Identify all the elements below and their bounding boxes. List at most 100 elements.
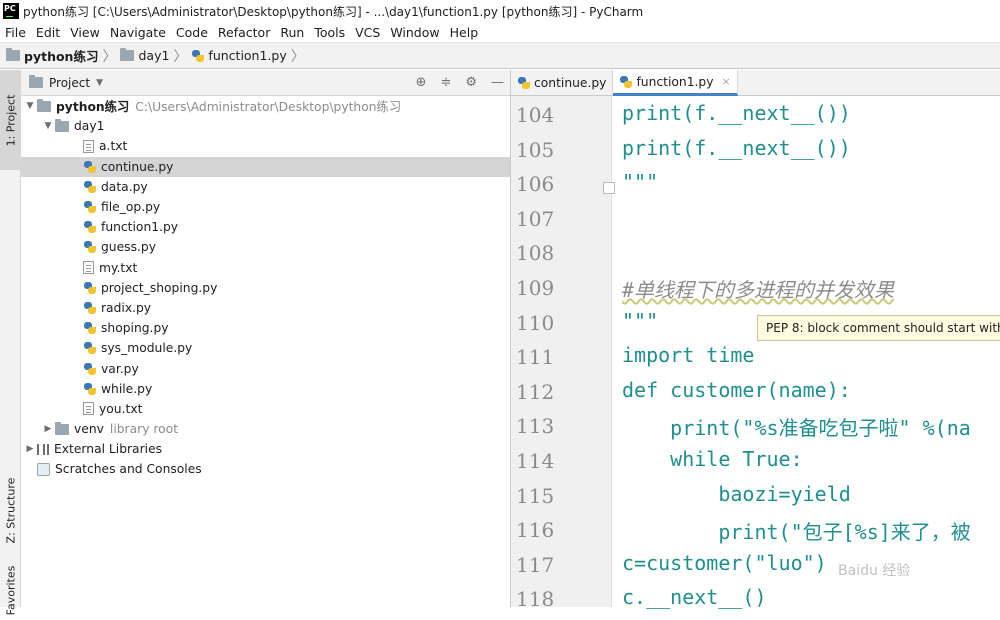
locate-icon[interactable]: ⊕ <box>416 75 427 90</box>
python-file-icon <box>83 220 96 234</box>
folder-icon <box>55 421 69 435</box>
chevron-right-icon: 〉 <box>173 48 188 65</box>
file-name: you.txt <box>99 401 143 416</box>
menu-navigate[interactable]: Navigate <box>105 25 171 40</box>
menu-edit[interactable]: Edit <box>31 25 65 40</box>
python-file-icon <box>83 341 96 355</box>
tab-favorites[interactable]: Favorites <box>0 560 21 620</box>
tree-folder-day1[interactable]: ▼ day1 <box>21 116 510 136</box>
breadcrumb-folder[interactable]: day1 <box>120 48 169 63</box>
tree-file-item[interactable]: sys_module.py <box>21 338 510 358</box>
code-line[interactable]: 118 c.__next__() <box>511 583 1000 618</box>
close-icon[interactable]: × <box>722 75 731 88</box>
tree-external-libraries[interactable]: ▶ External Libraries <box>21 439 510 459</box>
folder-icon <box>55 118 69 132</box>
logo-text: PC <box>4 4 16 13</box>
code-text: print("%s准备吃包子啦" %(na <box>622 416 971 441</box>
tree-file-item[interactable]: you.txt <box>21 399 510 419</box>
tree-file-item[interactable]: a.txt <box>21 136 510 156</box>
project-panel-header: Project ▼ ⊕ ≑ ⚙ — <box>21 70 510 96</box>
file-name: function1.py <box>101 220 179 235</box>
scratches-label: Scratches and Consoles <box>55 462 202 477</box>
tree-venv[interactable]: ▶ venv library root <box>21 419 510 439</box>
code-text: """ <box>622 308 659 333</box>
scratches-icon <box>37 462 50 476</box>
tab-structure-label: Z: Structure <box>4 477 18 543</box>
line-number: 105 <box>516 137 555 162</box>
menu-refactor[interactable]: Refactor <box>213 25 275 40</box>
tree-file-item[interactable]: data.py <box>21 177 510 197</box>
folder-icon <box>6 48 20 61</box>
tree-file-item[interactable]: radix.py <box>21 298 510 318</box>
gear-icon[interactable]: ⚙ <box>465 75 477 90</box>
menu-tools[interactable]: Tools <box>309 25 350 40</box>
chevron-right-icon: 〉 <box>102 48 117 65</box>
tree-file-item[interactable]: project_shoping.py <box>21 278 510 298</box>
line-number: 114 <box>516 448 555 473</box>
code-editor[interactable]: 104 print(f.__next__()) 105 print(f.__next_… <box>511 99 1000 618</box>
tree-file-item[interactable]: shoping.py <box>21 318 510 338</box>
tree-file-item[interactable]: my.txt <box>21 258 510 278</box>
code-line[interactable]: 104 print(f.__next__()) <box>511 99 1000 134</box>
fold-icon[interactable] <box>603 182 615 195</box>
tree-file-item[interactable]: guess.py <box>21 237 510 257</box>
breadcrumb-file[interactable]: function1.py <box>191 48 287 63</box>
code-line[interactable]: 117 c=customer("luo") <box>511 549 1000 584</box>
menu-view[interactable]: View <box>65 25 105 40</box>
code-line[interactable]: 113 print("%s准备吃包子啦" %(na <box>511 410 1000 445</box>
tree-root[interactable]: ▼ python练习 C:\Users\Administrator\Deskto… <box>21 96 510 116</box>
menu-help[interactable]: Help <box>445 25 484 40</box>
menu-code[interactable]: Code <box>171 25 213 40</box>
chevron-right-icon[interactable]: ▶ <box>23 444 37 454</box>
code-line[interactable]: 115 baozi=yield <box>511 480 1000 515</box>
line-number: 112 <box>516 379 555 404</box>
file-name: file_op.py <box>101 200 161 215</box>
chevron-right-icon: 〉 <box>290 48 305 65</box>
code-text: print(f.__next__()) <box>622 135 851 160</box>
library-icon <box>37 443 49 455</box>
code-line[interactable]: 109 #单线程下的多进程的并发效果 <box>511 272 1000 307</box>
chevron-down-icon[interactable]: ▼ <box>96 78 103 88</box>
code-line[interactable]: 111 import time <box>511 341 1000 376</box>
project-tree: ▼ python练习 C:\Users\Administrator\Deskto… <box>21 96 510 480</box>
chevron-down-icon[interactable]: ▼ <box>23 101 37 111</box>
folder-name: day1 <box>74 119 105 134</box>
editor-tabs: continue.py function1.py × <box>511 70 1000 96</box>
tab-structure[interactable]: Z: Structure <box>0 470 21 550</box>
tab-continue-py[interactable]: continue.py <box>511 70 614 96</box>
menu-vcs[interactable]: VCS <box>350 25 385 40</box>
menu-file[interactable]: File <box>0 25 31 40</box>
python-file-icon <box>83 200 96 214</box>
code-line[interactable]: 114 while True: <box>511 445 1000 480</box>
python-file-icon <box>517 76 530 90</box>
tab-project[interactable]: 1: Project <box>0 70 21 170</box>
file-name: sys_module.py <box>101 341 193 356</box>
chevron-down-icon[interactable]: ▼ <box>41 121 55 131</box>
code-text: #单线程下的多进程的并发效果 <box>622 277 895 302</box>
tree-file-item[interactable]: var.py <box>21 358 510 378</box>
hide-icon[interactable]: — <box>491 75 504 90</box>
code-line[interactable]: 116 print("包子[%s]来了，被 <box>511 514 1000 549</box>
collapse-all-icon[interactable]: ≑ <box>440 75 451 90</box>
code-line[interactable]: 107 <box>511 203 1000 238</box>
tree-scratches[interactable]: Scratches and Consoles <box>21 459 510 479</box>
chevron-right-icon[interactable]: ▶ <box>41 424 55 434</box>
tree-file-item[interactable]: continue.py <box>21 156 510 177</box>
line-number: 104 <box>516 103 555 127</box>
project-panel-title[interactable]: Project <box>49 76 90 90</box>
code-line[interactable]: 106 """ <box>511 168 1000 203</box>
breadcrumb-project[interactable]: python练习 <box>6 46 98 65</box>
tree-file-item[interactable]: while.py <box>21 379 510 399</box>
code-line[interactable]: 105 print(f.__next__()) <box>511 134 1000 169</box>
tab-function1-py[interactable]: function1.py × <box>613 70 738 96</box>
code-line[interactable]: 112 def customer(name): <box>511 376 1000 411</box>
menu-window[interactable]: Window <box>385 25 444 40</box>
file-name: continue.py <box>101 159 174 174</box>
code-text: baozi=yield <box>622 481 851 506</box>
tree-file-item[interactable]: function1.py <box>21 217 510 237</box>
file-name: guess.py <box>101 240 156 255</box>
python-file-icon <box>83 240 96 254</box>
menu-run[interactable]: Run <box>275 25 309 40</box>
code-line[interactable]: 108 <box>511 237 1000 272</box>
tree-file-item[interactable]: file_op.py <box>21 197 510 217</box>
